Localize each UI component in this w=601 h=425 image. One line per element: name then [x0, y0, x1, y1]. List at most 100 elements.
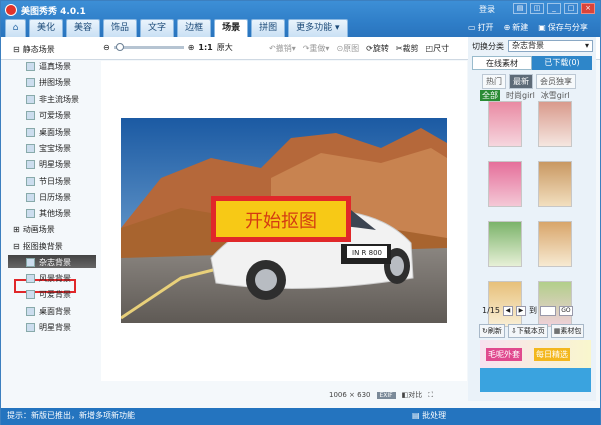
- app-title: 美图秀秀 4.0.1: [21, 7, 86, 17]
- static-scene-group[interactable]: ⊟ 静态场景: [13, 44, 55, 55]
- material-thumb[interactable]: [538, 101, 572, 147]
- go-button[interactable]: GO: [558, 305, 573, 316]
- minimize-icon[interactable]: _: [547, 3, 561, 14]
- skin-icon[interactable]: ◫: [530, 3, 544, 14]
- refresh-button[interactable]: ↻刷新: [479, 324, 505, 338]
- tab-collage[interactable]: 拼图: [251, 19, 286, 37]
- save-icon: ▣: [538, 23, 546, 32]
- material-thumb[interactable]: [488, 161, 522, 207]
- download-page-button[interactable]: ⇩下载本页: [507, 324, 548, 338]
- sidebar-item-cutout-4[interactable]: 明星背景: [26, 322, 71, 333]
- open-button[interactable]: ▭ 打开: [468, 22, 494, 33]
- page-number-input[interactable]: [539, 305, 556, 316]
- filter-fashion-girl[interactable]: 时尚girl: [506, 90, 535, 101]
- tab-home[interactable]: ⌂: [5, 19, 26, 37]
- sidebar-item-static-5[interactable]: 宝宝场景: [26, 143, 71, 154]
- menu-icon[interactable]: ▤: [513, 3, 527, 14]
- tab-accessories[interactable]: 饰品: [103, 19, 138, 37]
- fullscreen-icon[interactable]: ⛶: [428, 391, 433, 400]
- tab-makeup[interactable]: 美容: [66, 19, 101, 37]
- zoom-slider[interactable]: [113, 43, 184, 51]
- prev-page-icon[interactable]: ◀: [502, 305, 513, 316]
- sidebar-item-label: 节日场景: [39, 177, 71, 186]
- tab-beautify[interactable]: 美化: [29, 19, 64, 37]
- maximize-icon[interactable]: □: [564, 3, 578, 14]
- redo-label: 重做: [309, 44, 326, 53]
- sidebar-item-cutout-3[interactable]: 桌面背景: [26, 306, 71, 317]
- animated-scene-group[interactable]: ⊞ 动画场景: [13, 224, 55, 235]
- scene-thumb-icon: [26, 193, 35, 202]
- tab-hot[interactable]: 热门: [482, 74, 506, 89]
- app-window: 美图秀秀 4.0.1 登录 ▤ ◫ _ □ × ⌂ 美化 美容 饰品 文字 边框…: [0, 0, 601, 425]
- sidebar-item-static-4[interactable]: 桌面场景: [26, 127, 71, 138]
- sidebar-item-cutout-0[interactable]: 杂志背景: [26, 257, 71, 268]
- edited-photo[interactable]: IN R 800 开始抠图: [121, 118, 447, 323]
- sidebar-item-cutout-1[interactable]: 风景背景: [26, 273, 71, 284]
- scene-thumb-icon: [26, 177, 35, 186]
- license-plate-text: IN R 800: [352, 249, 382, 257]
- sidebar-item-static-7[interactable]: 节日场景: [26, 176, 71, 187]
- zoom-slider-knob[interactable]: [115, 43, 124, 51]
- main-tabs: ⌂ 美化 美容 饰品 文字 边框 场景 拼图 更多功能 ▾: [5, 19, 348, 37]
- chevron-down-icon: ▾: [584, 41, 589, 50]
- scene-sidebar: ⊟ 静态场景 逼真场景 拼图场景 非主流场景 可爱场景 桌面场景 宝宝场景 明星场…: [5, 41, 97, 401]
- page-indicator: 1/15: [482, 306, 500, 315]
- tab-online-material[interactable]: 在线素材: [472, 56, 532, 70]
- filter-ice-girl[interactable]: 冰雪girl: [541, 90, 570, 101]
- rotate-button[interactable]: ⟳旋转: [366, 43, 389, 54]
- image-info-bar: 1006 × 630 EXIF ◧对比 ⛶: [329, 390, 433, 400]
- restore-label: 原图: [343, 44, 360, 53]
- close-icon[interactable]: ×: [581, 3, 595, 14]
- ad-banner-image: [480, 368, 591, 392]
- material-thumb[interactable]: [538, 221, 572, 267]
- tab-newest[interactable]: 最新: [509, 74, 533, 89]
- tab-text[interactable]: 文字: [140, 19, 175, 37]
- login-link[interactable]: 登录: [479, 4, 495, 15]
- actual-size-button[interactable]: 1:1: [198, 43, 212, 52]
- scene-thumb-icon: [26, 160, 35, 169]
- redo-button[interactable]: ↷重做▾: [303, 43, 330, 54]
- new-button[interactable]: ⊕ 新建: [504, 22, 529, 33]
- zoom-in-icon[interactable]: ⊕: [188, 43, 195, 52]
- material-pack-button[interactable]: ▦素材包: [550, 324, 585, 338]
- cutout-bg-group[interactable]: ⊟ 抠图换背景: [13, 241, 63, 252]
- sidebar-item-label: 拼图场景: [39, 78, 71, 87]
- sidebar-item-static-1[interactable]: 拼图场景: [26, 77, 71, 88]
- material-thumb[interactable]: [538, 161, 572, 207]
- compare-button[interactable]: ◧对比: [402, 390, 423, 400]
- restore-button[interactable]: ⊙原图: [336, 43, 359, 54]
- material-thumb[interactable]: [488, 101, 522, 147]
- app-logo-icon: [5, 4, 17, 16]
- sidebar-item-static-2[interactable]: 非主流场景: [26, 94, 79, 105]
- original-size-label[interactable]: 原大: [217, 42, 233, 53]
- resize-button[interactable]: ◰尺寸: [426, 43, 450, 54]
- sidebar-item-static-3[interactable]: 可爱场景: [26, 110, 71, 121]
- zoom-out-icon[interactable]: ⊖: [103, 43, 110, 52]
- batch-process-button[interactable]: ▤ 批处理: [412, 408, 446, 424]
- category-select[interactable]: 杂志背景 ▾: [508, 40, 593, 52]
- sidebar-item-cutout-2[interactable]: 可爱背景: [26, 289, 71, 300]
- exif-button[interactable]: EXIF: [376, 391, 396, 399]
- sidebar-item-static-0[interactable]: 逼真场景: [26, 61, 71, 72]
- scene-thumb-icon: [26, 258, 35, 267]
- sidebar-item-static-8[interactable]: 日历场景: [26, 192, 71, 203]
- save-share-button[interactable]: ▣ 保存与分享: [538, 22, 588, 33]
- tab-vip[interactable]: 会员独享: [536, 74, 576, 89]
- save-label: 保存与分享: [547, 23, 588, 32]
- crop-button[interactable]: ✂裁剪: [396, 43, 419, 54]
- material-thumb[interactable]: [488, 281, 522, 327]
- tab-downloaded[interactable]: 已下载(0): [532, 56, 592, 70]
- tab-frame[interactable]: 边框: [177, 19, 212, 37]
- next-page-icon[interactable]: ▶: [515, 305, 526, 316]
- filter-all[interactable]: 全部: [480, 90, 500, 101]
- sidebar-item-static-9[interactable]: 其他场景: [26, 208, 71, 219]
- undo-button[interactable]: ↶撤销▾: [269, 43, 296, 54]
- tab-more[interactable]: 更多功能 ▾: [288, 19, 348, 37]
- tab-scene[interactable]: 场景: [214, 19, 249, 37]
- material-tabs: 在线素材 已下载(0): [472, 56, 592, 70]
- sidebar-item-static-6[interactable]: 明星场景: [26, 159, 71, 170]
- material-thumb[interactable]: [538, 281, 572, 327]
- start-cutout-text[interactable]: 开始抠图: [245, 211, 317, 232]
- material-thumb[interactable]: [488, 221, 522, 267]
- scene-thumb-icon: [26, 128, 35, 137]
